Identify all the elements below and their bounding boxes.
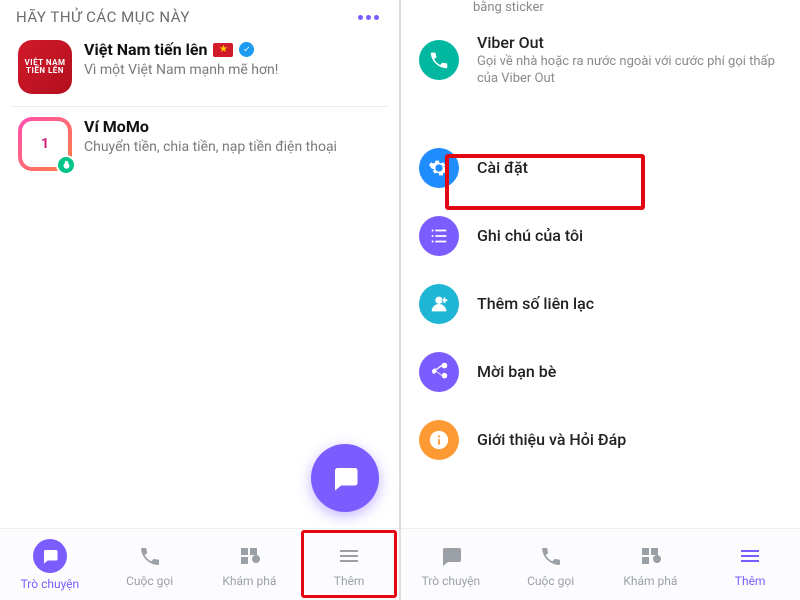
flag-vn-icon bbox=[213, 43, 233, 57]
phone-icon bbox=[537, 542, 565, 570]
menu-notes[interactable]: Ghi chú của tôi bbox=[401, 202, 800, 270]
suggestion-card[interactable]: VIỆT NAMTIẾN LÊN Việt Nam tiến lên Vì mộ… bbox=[10, 30, 389, 107]
verified-badge-icon bbox=[239, 42, 254, 57]
nav-label: Cuộc gọi bbox=[527, 574, 574, 588]
card-subtitle: Chuyển tiền, chia tiền, nạp tiền điện th… bbox=[84, 138, 381, 156]
nav-label: Khám phá bbox=[222, 574, 276, 588]
nav-label: Trò chuyện bbox=[422, 574, 481, 588]
new-chat-fab[interactable] bbox=[311, 444, 379, 512]
settings-menu-list: Cài đặt Ghi chú của tôi Thêm số liên lạc bbox=[401, 128, 800, 480]
section-title: HÃY THỬ CÁC MỤC NÀY bbox=[16, 8, 190, 26]
nav-explore[interactable]: Khám phá bbox=[200, 529, 300, 600]
card-title: Việt Nam tiến lên bbox=[84, 40, 207, 59]
nav-label: Trò chuyện bbox=[21, 577, 80, 591]
new-chat-icon bbox=[330, 463, 360, 493]
nav-explore[interactable]: Khám phá bbox=[601, 529, 701, 600]
menu-label: Viber Out bbox=[477, 33, 782, 52]
screen-explore: HÃY THỬ CÁC MỤC NÀY VIỆT NAMTIẾN LÊN Việ… bbox=[0, 0, 400, 600]
grid-icon bbox=[235, 542, 263, 570]
grid-icon bbox=[636, 542, 664, 570]
card-icon-momo: 1 bbox=[18, 117, 72, 171]
chat-bubble-icon bbox=[33, 539, 67, 573]
nav-chat[interactable]: Trò chuyện bbox=[0, 529, 100, 600]
nav-calls[interactable]: Cuộc gọi bbox=[501, 529, 601, 600]
app-badge-icon bbox=[56, 155, 76, 175]
menu-label: Giới thiệu và Hỏi Đáp bbox=[477, 430, 782, 449]
nav-label: Thêm bbox=[334, 574, 365, 588]
list-icon bbox=[419, 216, 459, 256]
bottom-nav: Trò chuyện Cuộc gọi Khám phá Thêm bbox=[401, 528, 800, 600]
menu-label: Ghi chú của tôi bbox=[477, 226, 782, 245]
info-icon bbox=[419, 420, 459, 460]
hamburger-icon bbox=[335, 542, 363, 570]
menu-subtitle: Gọi về nhà hoặc ra nước ngoài với cước p… bbox=[477, 54, 782, 88]
bottom-nav: Trò chuyện Cuộc gọi Khám phá Thêm bbox=[0, 528, 399, 600]
suggestion-card[interactable]: 1 Ví MoMo Chuyển tiền, chia tiền, nạp ti… bbox=[10, 107, 389, 183]
menu-add-contact[interactable]: Thêm số liên lạc bbox=[401, 270, 800, 338]
nav-label: Khám phá bbox=[623, 574, 677, 588]
card-subtitle: Vì một Việt Nam mạnh mẽ hơn! bbox=[84, 61, 381, 79]
add-person-icon bbox=[419, 284, 459, 324]
suggestion-cards: VIỆT NAMTIẾN LÊN Việt Nam tiến lên Vì mộ… bbox=[0, 30, 399, 187]
nav-chat[interactable]: Trò chuyện bbox=[401, 529, 501, 600]
menu-label: Thêm số liên lạc bbox=[477, 294, 782, 313]
menu-label: Mời bạn bè bbox=[477, 362, 782, 381]
phone-out-icon bbox=[419, 40, 459, 80]
gear-icon bbox=[419, 148, 459, 188]
nav-more[interactable]: Thêm bbox=[700, 529, 800, 600]
menu-invite[interactable]: Mời bạn bè bbox=[401, 338, 800, 406]
menu-viber-out[interactable]: Viber Out Gọi về nhà hoặc ra nước ngoài … bbox=[401, 19, 800, 102]
screen-more: bằng sticker Viber Out Gọi về nhà hoặc r… bbox=[400, 0, 800, 600]
phone-icon bbox=[136, 542, 164, 570]
menu-about[interactable]: Giới thiệu và Hỏi Đáp bbox=[401, 406, 800, 474]
nav-label: Cuộc gọi bbox=[126, 574, 173, 588]
more-options-button[interactable] bbox=[352, 9, 385, 26]
card-icon-vietnam: VIỆT NAMTIẾN LÊN bbox=[18, 40, 72, 94]
share-icon bbox=[419, 352, 459, 392]
menu-settings[interactable]: Cài đặt bbox=[401, 134, 800, 202]
card-title: Ví MoMo bbox=[84, 117, 149, 136]
nav-label: Thêm bbox=[735, 574, 766, 588]
menu-label: Cài đặt bbox=[477, 158, 782, 177]
chat-bubble-icon bbox=[437, 542, 465, 570]
section-header: HÃY THỬ CÁC MỤC NÀY bbox=[0, 0, 399, 30]
hamburger-icon bbox=[736, 542, 764, 570]
truncated-row-text: bằng sticker bbox=[401, 0, 800, 19]
nav-calls[interactable]: Cuộc gọi bbox=[100, 529, 200, 600]
nav-more[interactable]: Thêm bbox=[299, 529, 399, 600]
